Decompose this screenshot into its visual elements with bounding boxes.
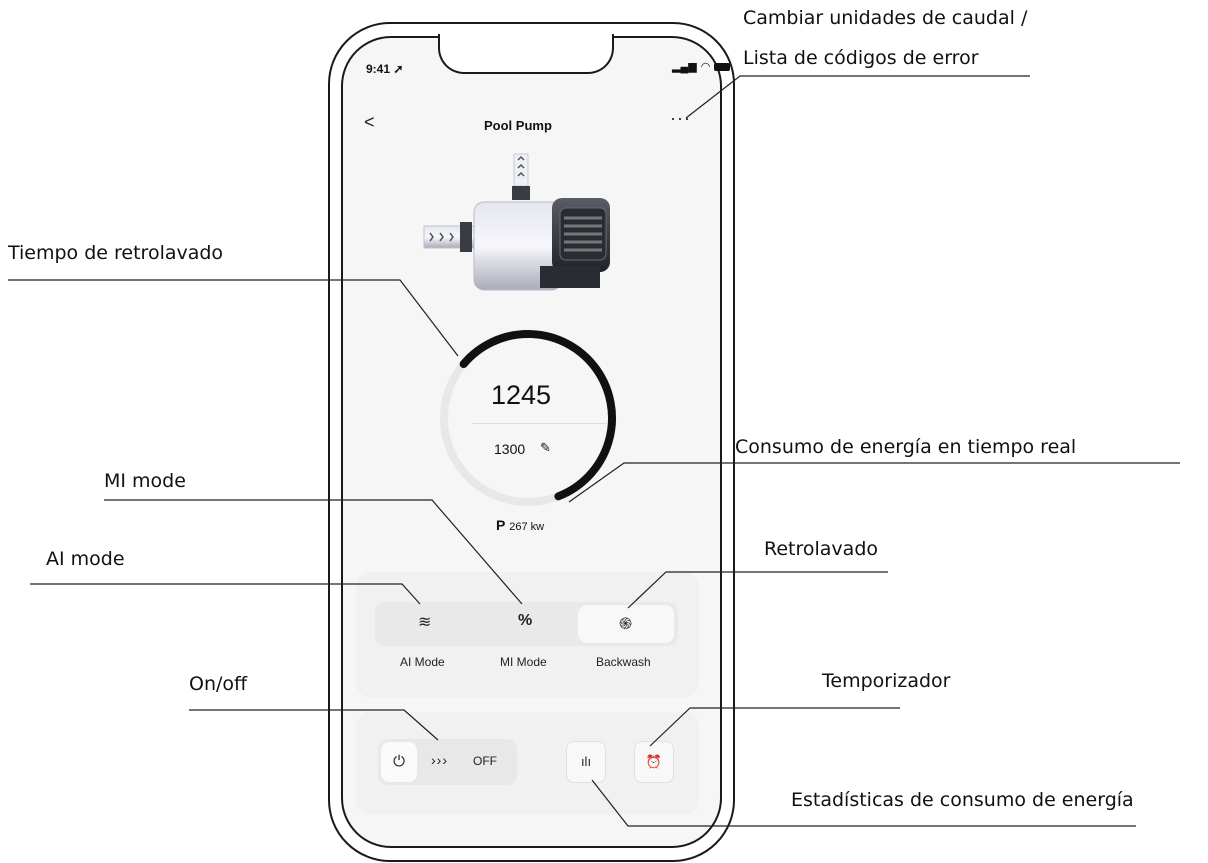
annotation-timer: Temporizador	[822, 670, 951, 692]
leader-ai-mode	[30, 583, 421, 605]
leader-backwash-time	[8, 279, 459, 357]
annotation-mi-mode: MI mode	[104, 470, 186, 492]
annotation-settings: Cambiar unidades de caudal /	[743, 7, 1028, 29]
annotation-on-off: On/off	[189, 673, 248, 695]
leader-on-off	[189, 709, 439, 741]
leader-mi-mode	[104, 499, 523, 605]
leader-timer	[649, 707, 900, 747]
annotation-energy-stats: Estadísticas de consumo de energía	[791, 789, 1134, 811]
leader-settings	[685, 75, 1030, 119]
annotation-ai-mode: AI mode	[46, 548, 125, 570]
annotation-lines	[8, 75, 1180, 827]
annotation-backwash-time: Tiempo de retrolavado	[8, 242, 224, 264]
annotation-settings-line2: Lista de códigos de error	[743, 47, 979, 69]
leader-backwash	[627, 571, 888, 609]
annotation-backwash: Retrolavado	[764, 538, 878, 560]
leader-energy-realtime	[568, 462, 1180, 503]
annotation-energy-realtime: Consumo de energía en tiempo real	[735, 436, 1077, 458]
